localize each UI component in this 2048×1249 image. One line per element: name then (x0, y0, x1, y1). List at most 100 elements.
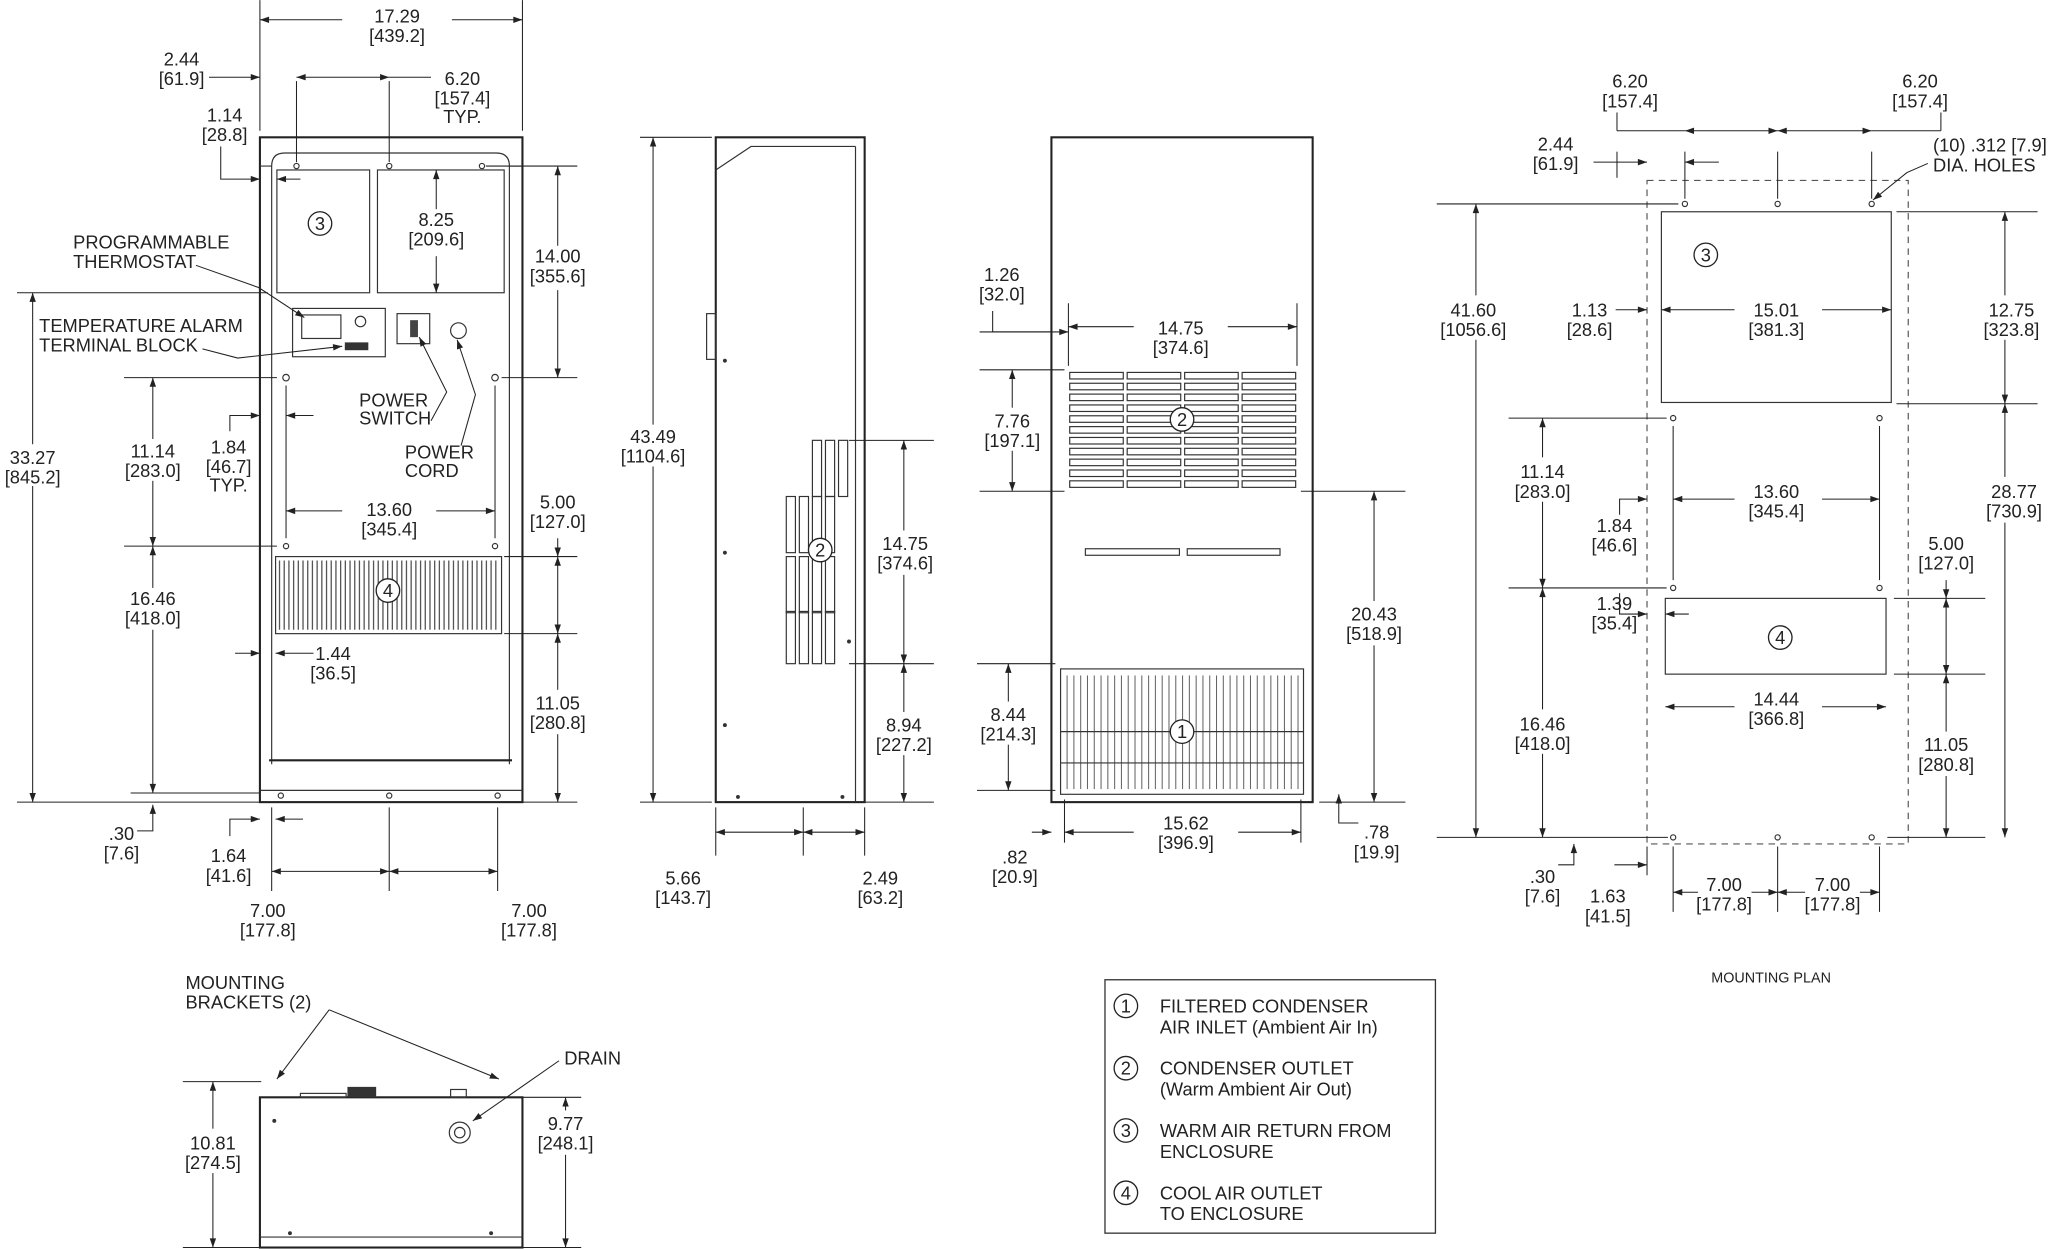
dimension-metric: [323.8] (1983, 319, 2039, 340)
dimension-value: 10.81 (190, 1133, 236, 1154)
dimension-metric: [227.2] (876, 734, 932, 755)
dimension-metric: [61.9] (159, 68, 205, 89)
dimension-metric: [418.0] (1515, 733, 1571, 754)
dimension-metric: [177.8] (1696, 894, 1752, 915)
dimension-value: 1.44 (315, 643, 351, 664)
outlet-slat (1126, 469, 1182, 478)
dimension-metric: [248.1] (538, 1133, 594, 1154)
dimension-metric: [7.6] (104, 843, 140, 864)
louver (824, 439, 836, 498)
dimension-metric: [1056.6] (1440, 319, 1506, 340)
callout-number: 4 (1121, 1182, 1131, 1203)
front-outline (258, 136, 524, 804)
dimension-metric: [730.9] (1986, 500, 2042, 521)
louver (811, 610, 823, 665)
outlet-slat (1184, 382, 1239, 391)
dimension-metric: [214.3] (980, 724, 1036, 745)
brackets-label: BRACKETS (2) (185, 992, 311, 1013)
drain-label: DRAIN (564, 1048, 621, 1069)
outlet-slat (1069, 371, 1124, 380)
terminal-block (344, 342, 369, 351)
dimension-metric: [283.0] (1515, 481, 1571, 502)
power-switch-label: SWITCH (359, 408, 431, 429)
outlet-slat (1069, 458, 1124, 467)
outlet-slat (1184, 447, 1239, 456)
outlet-slat (1184, 404, 1239, 413)
dimension-value: 11.14 (131, 440, 175, 461)
dimension-value: 5.66 (665, 867, 701, 888)
outlet-slat (1184, 436, 1239, 445)
dimension-metric: [46.6] (1592, 534, 1638, 555)
dimension-metric: [19.9] (1354, 841, 1400, 862)
legend-text: TO ENCLOSURE (1160, 1203, 1304, 1224)
dimension-metric: [283.0] (125, 460, 181, 481)
dimension-metric: [345.4] (1748, 500, 1804, 521)
dimension-value: 8.44 (991, 704, 1027, 725)
thermostat-display (301, 314, 342, 340)
outlet-slat (1184, 371, 1239, 380)
dimension-metric: [35.4] (1592, 613, 1638, 634)
dimension-metric: [177.8] (240, 920, 296, 941)
outlet-slat (1126, 458, 1182, 467)
dimension-metric: [418.0] (125, 608, 181, 629)
dimension-metric: [355.6] (530, 265, 586, 286)
louver (824, 555, 836, 614)
dimension-value: 1.84 (1597, 515, 1633, 536)
outlet-slat (1069, 480, 1124, 488)
dimension-value: 14.75 (1158, 318, 1204, 339)
alarm-label: TERMINAL BLOCK (39, 335, 198, 356)
dimension-metric: [61.9] (1533, 153, 1579, 174)
alarm-label: TEMPERATURE ALARM (39, 315, 243, 336)
legend-text: WARM AIR RETURN FROM (1160, 1120, 1392, 1141)
legend-text: FILTERED CONDENSER (1160, 995, 1369, 1016)
dimension-metric: [127.0] (530, 511, 586, 532)
dimension-value: 14.44 (1753, 688, 1799, 709)
dimension-value: 8.94 (886, 715, 922, 736)
dimension-metric: [41.5] (1585, 905, 1631, 926)
outlet-slat (1069, 382, 1124, 391)
louver (785, 610, 797, 665)
dimension-value: 13.60 (366, 499, 412, 520)
dimension-value: 17.29 (374, 5, 420, 26)
outlet-slat (1184, 393, 1239, 402)
outlet-slat (1126, 382, 1182, 391)
dimension-value: 1.13 (1572, 299, 1608, 320)
dimension-metric: [280.8] (1918, 754, 1974, 775)
power-cord-label: CORD (405, 460, 459, 481)
dimension-value: .78 (1364, 822, 1389, 843)
outlet-slat (1241, 404, 1297, 413)
dimension-metric: [177.8] (501, 920, 557, 941)
dimension-value: 7.00 (1815, 874, 1851, 895)
callout-number: 2 (1177, 409, 1187, 430)
dimension-value: 1.14 (207, 105, 243, 126)
louver (785, 555, 797, 614)
outlet-slat (1241, 458, 1297, 467)
legend-text: COOL AIR OUTLET (1160, 1182, 1323, 1203)
dimension-metric: [374.6] (877, 553, 933, 574)
dimension-value: 14.00 (535, 246, 581, 267)
thermostat-label: PROGRAMMABLE (73, 231, 229, 252)
outlet-slat (1241, 415, 1297, 423)
drain (448, 1121, 471, 1144)
annotation-text: 17.29[439.2]2.44[61.9] 6.20[157.4]TYP.1.1… (5, 5, 2047, 1224)
outlet-slat (1241, 382, 1297, 391)
dimension-value: .82 (1002, 847, 1027, 868)
brackets-label: MOUNTING (185, 972, 284, 993)
dimension-metric: [157.4] (1602, 90, 1658, 111)
dimension-value: 9.77 (548, 1113, 584, 1134)
legend-text: CONDENSER OUTLET (1160, 1058, 1354, 1079)
outlet-slat (1069, 426, 1124, 434)
outlet-slat (1241, 469, 1297, 478)
dimension-metric: [381.3] (1748, 319, 1804, 340)
outlet-slat (1241, 480, 1297, 488)
dimension-metric: [1104.6] (621, 446, 686, 467)
outlet-slat (1241, 436, 1297, 445)
dimension-value: 15.62 (1163, 813, 1209, 834)
outlet-slat (1126, 393, 1182, 402)
callout-number: 3 (1121, 1120, 1131, 1141)
dimension-metric: [366.8] (1748, 708, 1804, 729)
holes-note: (10) .312 [7.9] (1933, 135, 2047, 156)
dimension-metric: [157.4] (1892, 90, 1948, 111)
callout-number: 3 (315, 213, 325, 234)
technical-drawing: 17.29[439.2]2.44[61.9] 6.20[157.4]TYP.1.1… (5, 0, 2047, 1249)
